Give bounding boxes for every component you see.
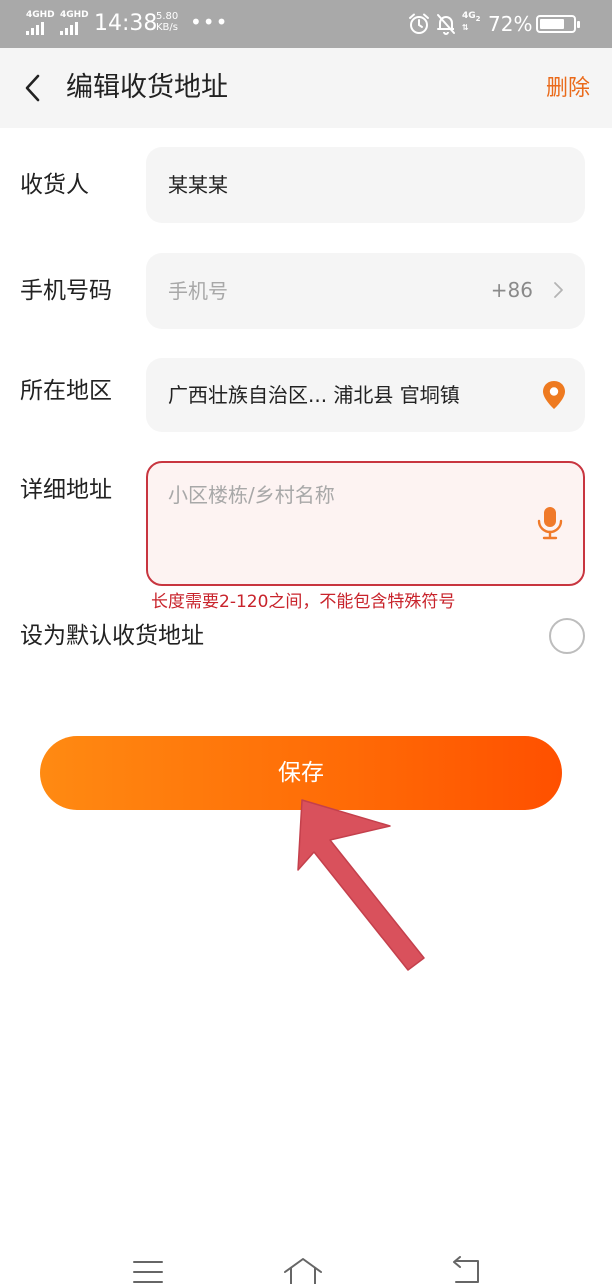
phone-field[interactable]: 手机号 +86 xyxy=(146,253,585,329)
network-4g-label: 4G xyxy=(462,11,476,21)
alarm-icon xyxy=(409,13,429,34)
phone-placeholder: 手机号 xyxy=(168,279,228,303)
status-bar: 4GHD 4GHD 14:38 5.80 KB/s ••• 4G2 ⇅ 72% xyxy=(0,0,612,48)
back-nav-icon[interactable] xyxy=(448,1256,482,1284)
region-value: 广西壮族自治区... 浦北县 官垌镇 xyxy=(168,383,460,407)
detail-address-error: 长度需要2-120之间，不能包含特殊符号 xyxy=(151,592,456,612)
default-address-radio[interactable] xyxy=(549,618,585,654)
region-field[interactable]: 广西壮族自治区... 浦北县 官垌镇 xyxy=(146,358,585,432)
chevron-right-icon[interactable] xyxy=(551,281,565,299)
microphone-icon[interactable] xyxy=(535,505,565,541)
home-icon[interactable] xyxy=(282,1256,324,1284)
detail-address-input[interactable]: 小区楼栋/乡村名称 xyxy=(146,461,585,586)
signal-sim2-icon: 4GHD xyxy=(60,10,89,35)
delete-button[interactable]: 删除 xyxy=(546,72,590,106)
top-app-bar: 编辑收货地址 删除 xyxy=(0,48,612,128)
back-button[interactable] xyxy=(14,68,50,108)
chevron-left-icon xyxy=(25,74,40,102)
network-speed: 5.80 KB/s xyxy=(156,11,178,33)
detail-address-placeholder: 小区楼栋/乡村名称 xyxy=(168,483,335,507)
status-time: 14:38 xyxy=(94,11,158,36)
battery-percentage: 72% xyxy=(488,12,533,36)
recipient-value: 某某某 xyxy=(168,173,228,197)
annotation-arrow-icon xyxy=(297,799,425,971)
mute-bell-icon xyxy=(437,14,455,35)
signal-sim1-label: 4GHD xyxy=(26,10,55,20)
region-label: 所在地区 xyxy=(20,378,112,404)
recipient-field[interactable]: 某某某 xyxy=(146,147,585,223)
battery-icon xyxy=(536,15,580,33)
signal-sim1-icon: 4GHD xyxy=(26,10,55,35)
menu-icon[interactable] xyxy=(131,1258,165,1284)
phone-label: 手机号码 xyxy=(20,278,112,304)
country-code-selector[interactable]: +86 xyxy=(491,275,533,305)
recipient-label: 收货人 xyxy=(20,172,89,198)
default-address-label: 设为默认收货地址 xyxy=(20,623,204,649)
more-notifications-icon: ••• xyxy=(190,10,229,34)
network-speed-value: 5.80 xyxy=(156,11,179,22)
page-title: 编辑收货地址 xyxy=(66,72,228,103)
network-4g-icon: 4G2 ⇅ xyxy=(462,11,481,32)
network-speed-unit: KB/s xyxy=(156,22,178,33)
signal-sim2-label: 4GHD xyxy=(60,10,89,20)
detail-address-label: 详细地址 xyxy=(20,477,112,503)
location-pin-icon[interactable] xyxy=(541,380,567,410)
